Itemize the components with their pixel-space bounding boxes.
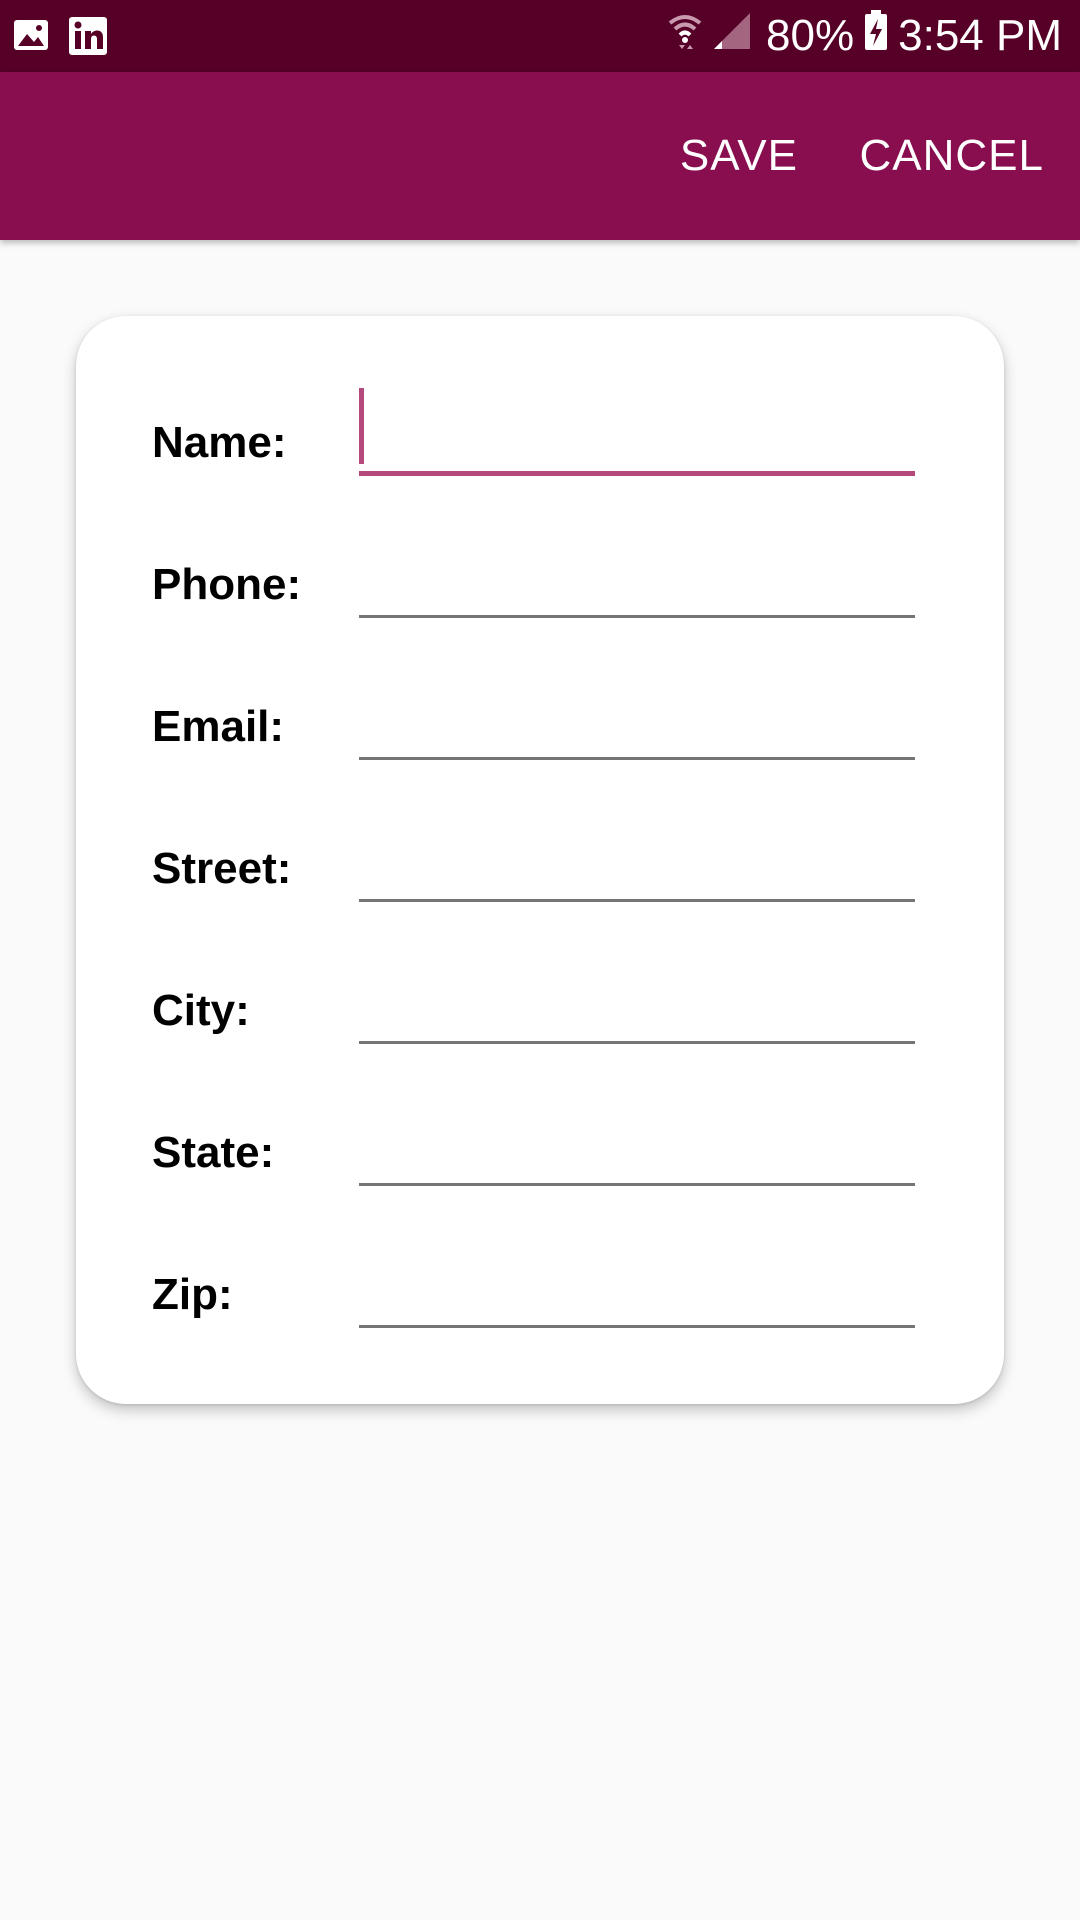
state-label: State: [152, 1128, 275, 1177]
city-label: City: [152, 986, 250, 1035]
email-label: Email: [152, 702, 285, 751]
status-right-icons: 80% 3:54 PM [668, 0, 1062, 72]
phone-label: Phone: [152, 560, 302, 609]
save-button[interactable]: SAVE [680, 72, 798, 240]
name-label: Name: [152, 418, 287, 467]
form-row-zip: Zip: [76, 1208, 1004, 1350]
status-left-icons [12, 16, 108, 61]
form-row-email: Email: [76, 640, 1004, 782]
status-bar: 80% 3:54 PM [0, 0, 1080, 72]
state-field[interactable] [359, 1106, 915, 1186]
wifi-icon [668, 11, 702, 62]
battery-charging-icon [864, 9, 888, 63]
app-bar: SAVE CANCEL [0, 72, 1080, 240]
zip-label: Zip: [152, 1270, 233, 1319]
cancel-button[interactable]: CANCEL [860, 72, 1045, 240]
text-cursor [359, 388, 364, 464]
form-row-state: State: [76, 1066, 1004, 1208]
name-field[interactable] [359, 396, 915, 476]
city-field[interactable] [359, 964, 915, 1044]
form-row-street: Street: [76, 782, 1004, 924]
contact-form-card: Name: Phone: Email: Street: City: State:… [76, 316, 1004, 1404]
zip-field[interactable] [359, 1248, 915, 1328]
email-field[interactable] [359, 680, 915, 760]
phone-field[interactable] [359, 538, 915, 618]
linkedin-icon [68, 16, 108, 61]
image-icon [12, 16, 50, 61]
clock: 3:54 PM [898, 11, 1062, 60]
signal-icon [712, 11, 752, 62]
street-label: Street: [152, 844, 292, 893]
form-row-city: City: [76, 924, 1004, 1066]
form-row-phone: Phone: [76, 498, 1004, 640]
battery-percentage: 80% [766, 11, 855, 60]
street-field[interactable] [359, 822, 915, 902]
form-row-name: Name: [76, 356, 1004, 498]
